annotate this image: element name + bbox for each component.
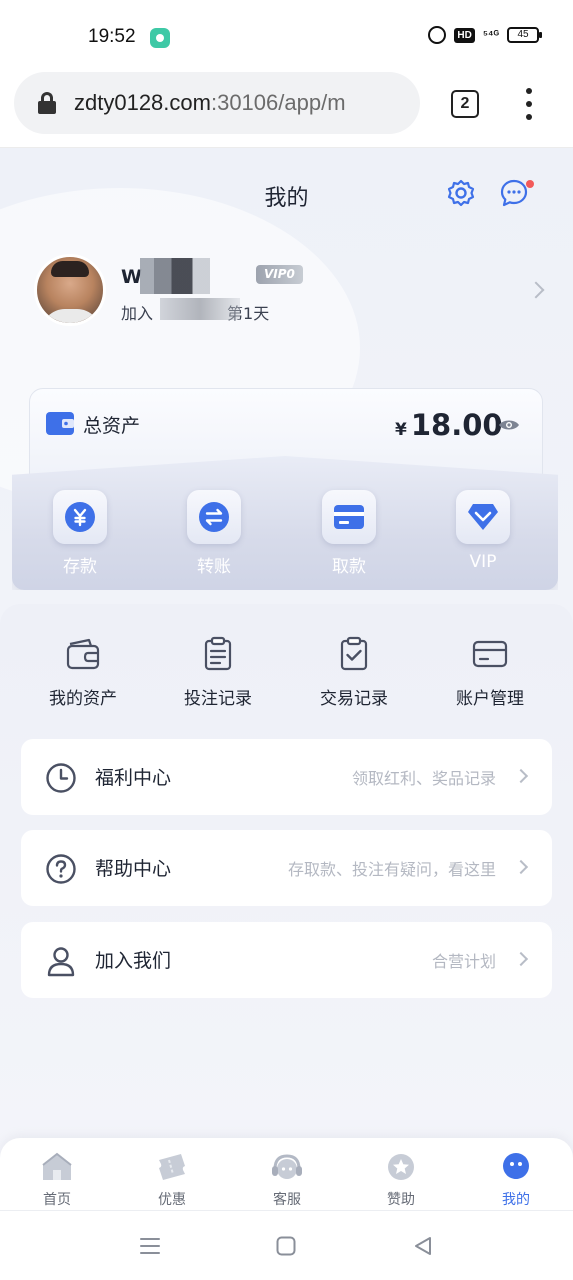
address-bar[interactable]: zdty0128.com:30106/app/m <box>14 72 420 134</box>
account-management-label: 账户管理 <box>456 689 524 709</box>
tab-customer-service-label: 客服 <box>273 1192 301 1208</box>
unread-dot <box>526 180 534 188</box>
home-icon <box>42 1152 72 1180</box>
transaction-records-shortcut[interactable]: 交易记录 <box>299 636 409 709</box>
alarm-icon <box>428 26 447 44</box>
status-icons: HD ⁵⁴ᴳ 45 <box>428 26 542 44</box>
username: W <box>121 266 142 288</box>
tab-promotions-label: 优惠 <box>158 1192 186 1208</box>
tab-customer-service[interactable]: 客服 <box>247 1152 327 1209</box>
join-us-desc: 合营计划 <box>431 952 496 971</box>
username-mosaic <box>140 258 210 294</box>
my-assets-shortcut[interactable]: 我的资产 <box>28 636 138 709</box>
settings-gear-icon[interactable] <box>446 178 476 208</box>
vip-label: VIP <box>469 552 497 572</box>
diamond-icon <box>468 504 498 530</box>
question-icon <box>46 854 76 884</box>
total-assets-amount: 18.00 <box>410 408 503 442</box>
tab-profile-label: 我的 <box>502 1192 530 1208</box>
withdraw-button[interactable]: 取款 <box>304 490 394 577</box>
lock-icon[interactable] <box>38 92 56 114</box>
page-title: 我的 <box>264 186 309 211</box>
system-navigation-bar <box>0 1210 573 1280</box>
tab-home-label: 首页 <box>43 1192 71 1208</box>
total-assets-label: 总资产 <box>83 415 141 437</box>
join-us-row[interactable]: 加入我们 合营计划 <box>21 922 552 998</box>
currency-symbol: ¥ <box>395 420 407 440</box>
url-text[interactable]: zdty0128.com:30106/app/m <box>74 90 346 116</box>
welfare-center-row[interactable]: 福利中心 领取红利、奖品记录 <box>21 739 552 815</box>
signal-icon: ⁵⁴ᴳ <box>482 29 499 41</box>
help-center-desc: 存取款、投注有疑问，看这里 <box>287 860 496 879</box>
deposit-label: 存款 <box>63 557 97 577</box>
deposit-button[interactable]: 存款 <box>35 490 125 577</box>
avatar[interactable] <box>34 254 106 326</box>
clipboard-icon <box>204 636 232 671</box>
account-management-shortcut[interactable]: 账户管理 <box>435 636 545 709</box>
message-icon[interactable] <box>499 178 529 208</box>
ticket-icon <box>159 1154 185 1180</box>
tab-profile[interactable]: 我的 <box>476 1152 556 1209</box>
transfer-button[interactable]: 转账 <box>169 490 259 577</box>
status-bar: 19:52 HD ⁵⁴ᴳ 45 <box>0 0 573 72</box>
url-host[interactable]: zdty0128.com <box>74 90 211 115</box>
menu-icon[interactable] <box>139 1235 161 1257</box>
clipboard-check-icon <box>340 636 368 671</box>
headset-icon <box>272 1154 302 1179</box>
vip-button[interactable]: VIP <box>438 490 528 572</box>
tab-sponsorship[interactable]: 赞助 <box>361 1152 441 1209</box>
profile-chevron-icon[interactable] <box>527 281 545 299</box>
tab-sponsorship-label: 赞助 <box>387 1192 415 1208</box>
tab-home[interactable]: 首页 <box>17 1152 97 1209</box>
yen-icon <box>65 502 95 532</box>
user-icon <box>47 947 75 977</box>
vip-badge: VIP0 <box>256 265 303 284</box>
battery-icon: 45 <box>507 27 542 43</box>
bet-records-label: 投注记录 <box>184 689 252 709</box>
tab-switcher-button[interactable]: 2 <box>451 90 479 118</box>
join-prefix: 加入 <box>121 304 154 323</box>
back-icon[interactable] <box>412 1235 434 1257</box>
welfare-center-title: 福利中心 <box>95 767 172 789</box>
my-assets-label: 我的资产 <box>49 689 117 709</box>
bet-records-shortcut[interactable]: 投注记录 <box>163 636 273 709</box>
wallet-icon <box>46 412 74 435</box>
withdraw-label: 取款 <box>332 557 366 577</box>
help-center-title: 帮助中心 <box>95 858 172 880</box>
join-text-mosaic <box>160 298 240 320</box>
card-outline-icon <box>472 640 508 668</box>
app-notification-icon <box>150 28 170 48</box>
status-time: 19:52 <box>88 26 136 47</box>
transaction-records-label: 交易记录 <box>320 689 388 709</box>
star-icon <box>388 1154 414 1180</box>
welfare-center-desc: 领取红利、奖品记录 <box>351 769 496 788</box>
transfer-icon <box>199 502 229 532</box>
join-us-title: 加入我们 <box>95 950 172 972</box>
page-content: 我的 W VIP0 加入 第1天 总资产 ¥18.00 存款 转账 取款 VIP… <box>0 148 573 1210</box>
total-assets-value: ¥18.00 <box>395 408 503 442</box>
wallet-outline-icon <box>66 638 100 670</box>
eye-icon[interactable] <box>498 418 520 432</box>
bottom-tab-bar: 首页 优惠 客服 赞助 我的 <box>0 1138 573 1210</box>
profile-icon <box>503 1153 529 1179</box>
chevron-right-icon <box>513 951 529 967</box>
browser-toolbar: zdty0128.com:30106/app/m 2 <box>0 72 573 148</box>
help-center-row[interactable]: 帮助中心 存取款、投注有疑问，看这里 <box>21 830 552 906</box>
home-square-icon[interactable] <box>275 1235 297 1257</box>
clock-icon <box>46 763 76 793</box>
hd-icon: HD <box>454 27 475 43</box>
chevron-right-icon <box>513 768 529 784</box>
card-icon <box>334 505 364 529</box>
url-path[interactable]: :30106/app/m <box>211 90 346 115</box>
transfer-label: 转账 <box>197 557 231 577</box>
tab-promotions[interactable]: 优惠 <box>132 1152 212 1209</box>
overflow-menu-icon[interactable] <box>519 88 539 120</box>
chevron-right-icon <box>513 859 529 875</box>
